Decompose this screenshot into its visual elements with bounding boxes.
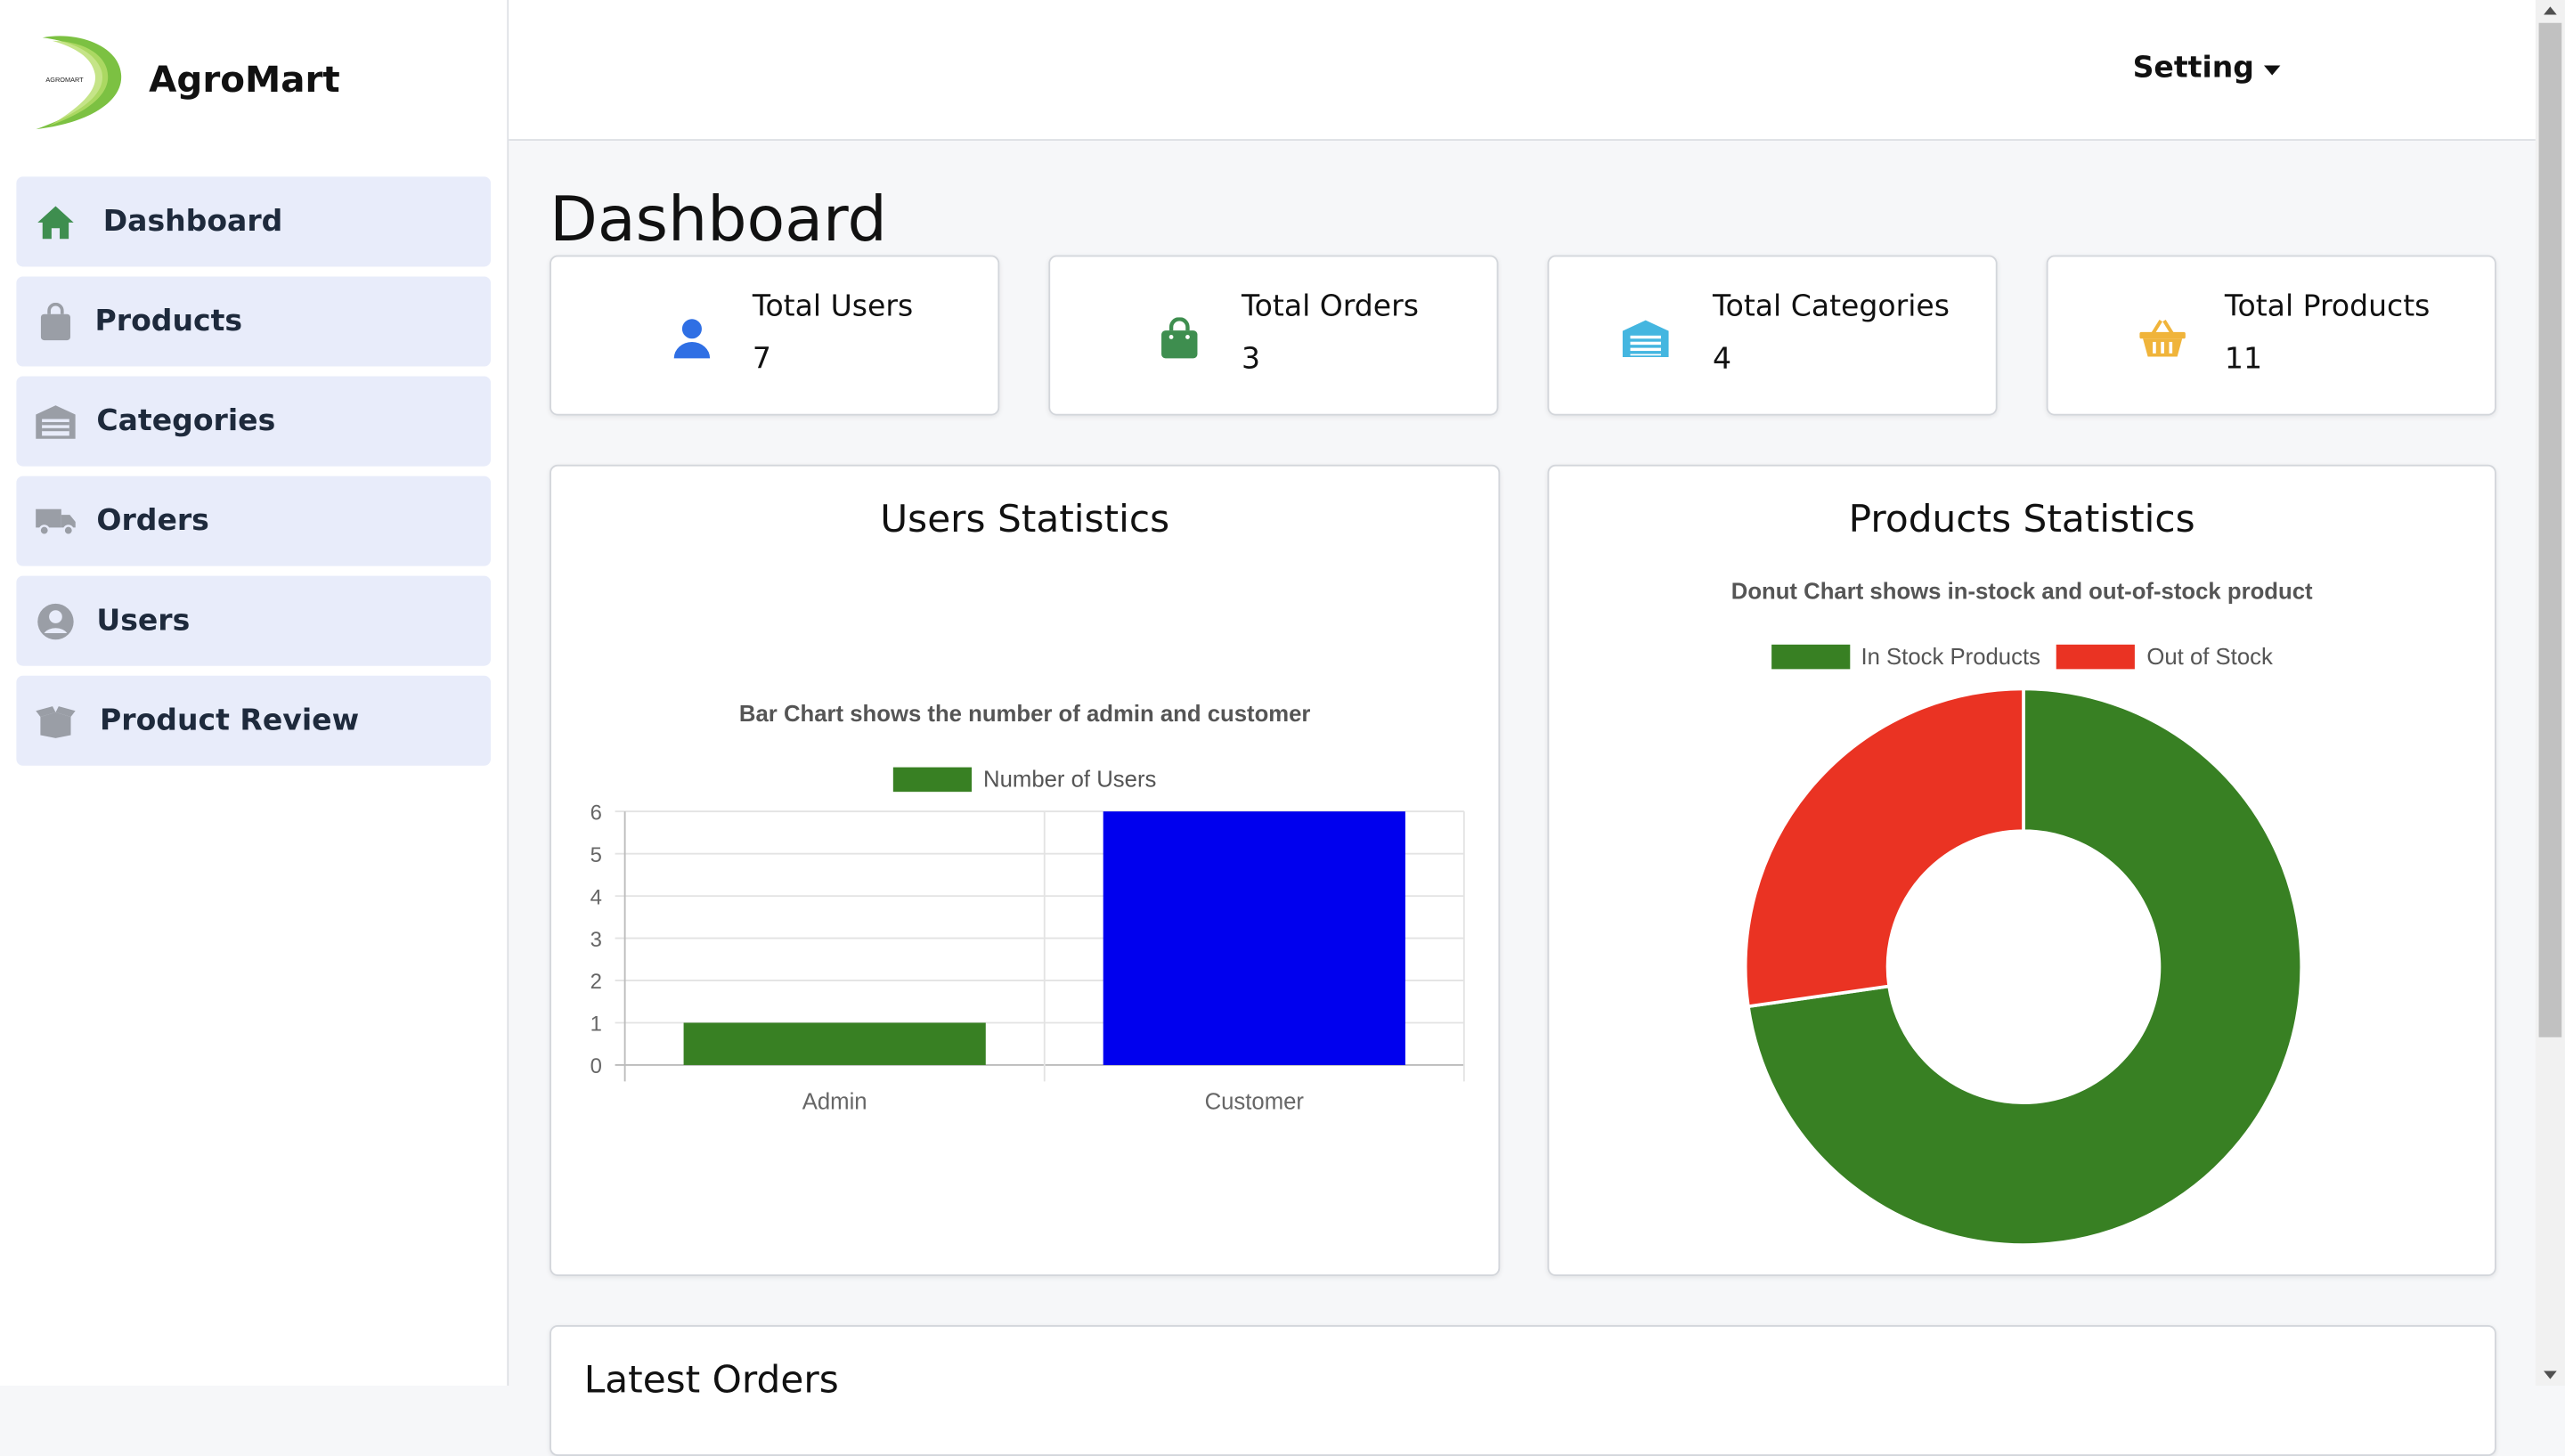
stat-card-orders: Total Orders 3 xyxy=(1048,255,1499,416)
stat-label: Total Categories xyxy=(1713,289,1950,324)
y-tick-label: 0 xyxy=(590,1054,602,1078)
y-tick-label: 1 xyxy=(590,1013,602,1037)
open-box-icon xyxy=(35,699,77,742)
setting-label: Setting xyxy=(2132,50,2254,85)
sidebar-item-dashboard[interactable]: Dashboard xyxy=(16,176,492,267)
brand[interactable]: AGROMART AgroMart xyxy=(26,26,340,134)
sidebar-item-categories[interactable]: Categories xyxy=(16,376,492,467)
stat-card-categories: Total Categories 4 xyxy=(1547,255,1998,416)
bar-chart: 0 1 2 3 4 5 6 Admin Customer xyxy=(590,801,1465,1115)
stat-label: Total Orders xyxy=(1242,289,1419,324)
sidebar-item-label: Dashboard xyxy=(102,204,283,240)
products-statistics-panel: Products Statistics Donut Chart shows in… xyxy=(1547,464,2496,1276)
scrollbar-thumb[interactable] xyxy=(2538,22,2562,1037)
sidebar-item-orders[interactable]: Orders xyxy=(16,476,492,566)
stat-label: Total Users xyxy=(752,289,914,324)
user-circle-icon xyxy=(35,599,77,642)
bar-admin xyxy=(683,1022,986,1065)
user-icon xyxy=(667,314,716,363)
latest-orders-panel: Latest Orders xyxy=(550,1325,2496,1456)
sidebar-item-products[interactable]: Products xyxy=(16,276,492,367)
shopping-bag-icon xyxy=(1155,314,1204,363)
brand-name: AgroMart xyxy=(149,60,340,101)
topbar: Setting xyxy=(509,0,2536,141)
logo-text: AGROMART xyxy=(45,76,84,84)
basket-icon xyxy=(2138,314,2187,363)
stat-card-products: Total Products 11 xyxy=(2046,255,2496,416)
stat-value: 4 xyxy=(1713,341,1732,377)
y-tick-label: 4 xyxy=(590,885,602,909)
truck-icon xyxy=(35,500,77,542)
home-icon xyxy=(35,200,77,243)
bar-customer xyxy=(1103,811,1405,1065)
stat-value: 7 xyxy=(752,341,771,377)
scroll-up-arrow-icon[interactable] xyxy=(2544,6,2557,15)
sidebar-item-label: Product Review xyxy=(100,703,360,738)
scroll-down-arrow-icon[interactable] xyxy=(2544,1371,2557,1379)
donut-slice-out-of-stock xyxy=(1743,687,2025,1009)
x-tick-label: Admin xyxy=(802,1090,867,1115)
sidebar-item-product-review[interactable]: Product Review xyxy=(16,675,492,766)
stat-value: 3 xyxy=(1242,341,1261,377)
stat-card-users: Total Users 7 xyxy=(550,255,1000,416)
shopping-bag-icon xyxy=(35,300,77,343)
warehouse-icon xyxy=(1621,314,1670,363)
sidebar-nav: Dashboard Products Categories Orders Use… xyxy=(16,176,492,775)
sidebar-item-label: Categories xyxy=(96,403,276,439)
sidebar-item-users[interactable]: Users xyxy=(16,575,492,666)
sidebar: AGROMART AgroMart Dashboard Products Cat… xyxy=(0,0,509,1387)
caret-down-icon xyxy=(2263,64,2281,75)
page-title: Dashboard xyxy=(550,183,887,256)
warehouse-icon xyxy=(35,400,77,443)
donut-chart xyxy=(1743,687,2304,1247)
setting-dropdown[interactable]: Setting xyxy=(2133,51,2281,85)
y-tick-label: 6 xyxy=(590,801,602,825)
x-tick-label: Customer xyxy=(1205,1090,1305,1115)
sidebar-item-label: Orders xyxy=(96,503,209,539)
sidebar-item-label: Products xyxy=(94,304,243,339)
scrollbar[interactable] xyxy=(2535,0,2565,1387)
y-tick-label: 3 xyxy=(590,928,602,952)
stat-value: 11 xyxy=(2224,341,2262,377)
agromart-logo: AGROMART xyxy=(36,36,122,130)
y-tick-label: 2 xyxy=(590,970,602,994)
sidebar-item-label: Users xyxy=(96,603,191,639)
users-statistics-panel: Users Statistics Bar Chart shows the num… xyxy=(550,464,1501,1276)
stat-label: Total Products xyxy=(2224,289,2431,324)
panel-title: Latest Orders xyxy=(583,1359,839,1403)
y-tick-label: 5 xyxy=(590,843,602,867)
